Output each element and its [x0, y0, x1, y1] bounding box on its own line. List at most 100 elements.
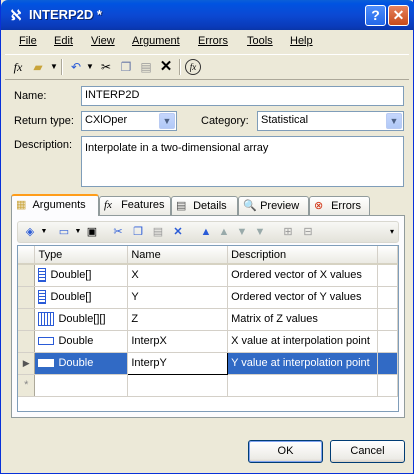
cut-icon[interactable]: ✂	[97, 58, 115, 76]
description-field[interactable]: Interpolate in a two-dimensional array	[81, 136, 404, 187]
column-header-description[interactable]: Description	[227, 246, 379, 265]
type-cell[interactable]: Double[]	[34, 264, 129, 287]
name-cell-editor[interactable]: InterpY	[127, 351, 229, 375]
vector-icon	[38, 268, 47, 283]
category-select[interactable]: Statistical ▼	[257, 111, 404, 131]
copy-icon[interactable]: ❐	[130, 224, 146, 240]
chevron-down-icon[interactable]: ▼	[159, 113, 175, 129]
row-header[interactable]	[18, 264, 36, 287]
table-row[interactable]: Double[] Y Ordered vector of Y values	[18, 286, 398, 309]
menu-help[interactable]: Help	[290, 35, 313, 47]
row-header[interactable]: ▶	[18, 352, 36, 375]
toolbar-separator	[61, 59, 63, 75]
name-cell[interactable]: Y	[127, 286, 229, 309]
table-row[interactable]: Double InterpX X value at interpolation …	[18, 330, 398, 353]
description-cell[interactable]	[227, 374, 379, 397]
move-top-icon[interactable]: ▲	[198, 224, 214, 240]
ok-button[interactable]: OK	[248, 440, 323, 463]
matrix-icon	[38, 312, 55, 326]
new-row-header[interactable]: *	[18, 374, 36, 397]
row-header[interactable]	[18, 330, 36, 353]
paste-icon[interactable]: ▤	[137, 58, 155, 76]
name-field[interactable]: INTERP2D	[81, 86, 404, 106]
delete-icon[interactable]: ✕	[170, 224, 186, 240]
arguments-grid: Type Name Description Double[] X Ordered…	[17, 245, 399, 412]
column-header-filler	[377, 246, 398, 265]
cancel-button[interactable]: Cancel	[330, 440, 405, 463]
column-header-name[interactable]: Name	[127, 246, 229, 265]
table-row-selected[interactable]: ▶ Double InterpY Y value at interpolatio…	[18, 351, 398, 375]
add-dropdown-icon[interactable]: ▼	[36, 224, 52, 240]
errors-icon: ⊗	[314, 200, 324, 212]
name-cell[interactable]	[127, 374, 229, 397]
app-icon: ℵ	[10, 7, 22, 23]
menu-argument[interactable]: Argument	[132, 35, 180, 47]
tab-features[interactable]: fx Features	[99, 196, 171, 215]
dialog-window: ℵ INTERP2D * ? ✕ File Edit View Argument…	[0, 0, 414, 474]
return-type-label: Return type:	[14, 115, 74, 127]
details-icon: ▤	[176, 200, 187, 212]
move-bottom-icon[interactable]: ▼	[252, 224, 268, 240]
description-cell[interactable]: Ordered vector of Y values	[227, 286, 379, 309]
description-cell[interactable]: Matrix of Z values	[227, 308, 379, 331]
cut-icon[interactable]: ✂	[110, 224, 126, 240]
description-cell[interactable]: X value at interpolation point	[227, 330, 379, 353]
close-button[interactable]: ✕	[388, 5, 409, 26]
return-type-value: CXlOper	[85, 114, 128, 126]
filler-cell	[377, 352, 398, 375]
paste-icon[interactable]: ▤	[150, 224, 166, 240]
table-row[interactable]: Double[][] Z Matrix of Z values	[18, 308, 398, 331]
main-toolbar: fx ▰ ▼ ↶ ▼ ✂ ❐ ▤ ✕ fx	[5, 54, 409, 80]
menu-view[interactable]: View	[91, 35, 115, 47]
help-button[interactable]: ?	[365, 5, 386, 26]
expand-icon[interactable]: ⊞	[280, 224, 296, 240]
column-header-type[interactable]: Type	[34, 246, 129, 265]
move-up-icon[interactable]: ▲	[216, 224, 232, 240]
filler-cell	[377, 308, 398, 331]
menu-errors[interactable]: Errors	[198, 35, 228, 47]
title-bar[interactable]: ℵ INTERP2D * ? ✕	[1, 0, 414, 30]
tab-arguments[interactable]: ▦ Arguments	[11, 194, 99, 216]
tab-errors[interactable]: ⊗ Errors	[309, 196, 370, 215]
chevron-down-icon[interactable]: ▼	[386, 113, 402, 129]
name-cell[interactable]: InterpX	[127, 330, 229, 353]
row-header-corner	[18, 246, 36, 265]
menu-edit[interactable]: Edit	[54, 35, 73, 47]
table-row[interactable]: Double[] X Ordered vector of X values	[18, 264, 398, 287]
move-down-icon[interactable]: ▼	[234, 224, 250, 240]
name-cell[interactable]: X	[127, 264, 229, 287]
arguments-panel: ◈ ▼ ▭ ▼ ▣ ✂ ❐ ▤ ✕ ▲ ▲ ▼ ▼ ⊞ ⊟ ▾ Type Nam…	[11, 215, 405, 418]
arguments-icon: ▦	[16, 199, 27, 211]
scalar-icon	[38, 359, 55, 368]
overflow-icon[interactable]: ▾	[384, 224, 400, 240]
type-cell[interactable]	[34, 374, 129, 397]
menu-file[interactable]: File	[19, 35, 37, 47]
type-cell[interactable]: Double[]	[34, 286, 129, 309]
tab-preview[interactable]: 🔍 Preview	[238, 196, 309, 215]
filler-cell	[377, 330, 398, 353]
type-cell[interactable]: Double	[34, 352, 129, 375]
new-function-icon[interactable]: fx	[9, 58, 27, 76]
name-cell[interactable]: Z	[127, 308, 229, 331]
description-cell[interactable]: Y value at interpolation point	[227, 352, 379, 375]
collapse-icon[interactable]: ⊟	[300, 224, 316, 240]
function-wizard-icon[interactable]: fx	[185, 59, 201, 75]
return-type-select[interactable]: CXlOper ▼	[81, 111, 177, 131]
grid-header: Type Name Description	[18, 246, 398, 265]
properties-icon[interactable]: ▣	[84, 224, 100, 240]
row-header[interactable]	[18, 308, 36, 331]
preview-icon: 🔍	[243, 200, 257, 212]
menu-tools[interactable]: Tools	[247, 35, 273, 47]
tab-details[interactable]: ▤ Details	[171, 196, 238, 215]
delete-icon[interactable]: ✕	[157, 58, 175, 76]
filler-cell	[377, 374, 398, 397]
new-row[interactable]: *	[18, 374, 398, 397]
toolbar-separator	[179, 59, 181, 75]
category-label: Category:	[201, 115, 249, 127]
type-cell[interactable]: Double[][]	[34, 308, 129, 331]
description-cell[interactable]: Ordered vector of X values	[227, 264, 379, 287]
type-cell[interactable]: Double	[34, 330, 129, 353]
copy-icon[interactable]: ❐	[117, 58, 135, 76]
row-header[interactable]	[18, 286, 36, 309]
filler-cell	[377, 264, 398, 287]
